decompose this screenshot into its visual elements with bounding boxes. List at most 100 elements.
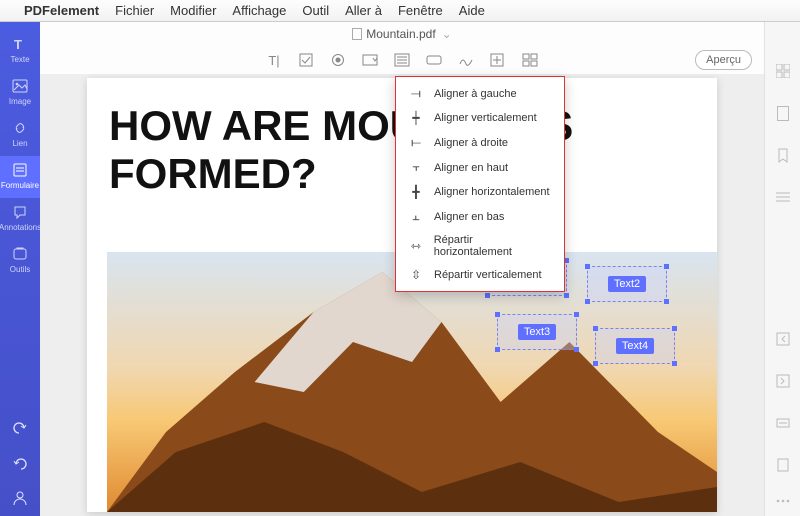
- form-field[interactable]: Text2: [587, 266, 667, 302]
- form-field[interactable]: Text4: [595, 328, 675, 364]
- checkbox-button[interactable]: [297, 52, 315, 68]
- field-label: Text2: [608, 276, 646, 292]
- page-icon[interactable]: [774, 104, 792, 122]
- menu-item-align-left[interactable]: ⟞ Aligner à gauche: [396, 81, 564, 106]
- menu-item-label: Aligner en haut: [434, 162, 508, 174]
- button-icon: [426, 53, 442, 67]
- radio-button[interactable]: [329, 52, 347, 68]
- fit-page-icon[interactable]: [774, 456, 792, 474]
- nav-next-icon[interactable]: [774, 372, 792, 390]
- text-field-button[interactable]: T|: [265, 52, 283, 68]
- field-label: Text3: [518, 324, 556, 340]
- sidebar-item-label: Outils: [10, 265, 30, 274]
- menubar-item[interactable]: Aller à: [345, 3, 382, 18]
- redo-button[interactable]: [12, 444, 28, 480]
- menu-item-align-hcenter[interactable]: ╋ Aligner horizontalement: [396, 180, 564, 204]
- menubar-item[interactable]: Affichage: [232, 3, 286, 18]
- menu-item-align-top[interactable]: ⫟ Aligner en haut: [396, 155, 564, 180]
- listbox-button[interactable]: [393, 52, 411, 68]
- align-vcenter-icon: ┿: [408, 111, 424, 125]
- button-field-button[interactable]: [425, 52, 443, 68]
- align-hcenter-icon: ╋: [408, 185, 424, 199]
- listbox-icon: [394, 53, 410, 67]
- sidebar-item-annotations[interactable]: Annotations: [0, 198, 40, 240]
- dropdown-button[interactable]: [361, 52, 379, 68]
- menu-item-label: Répartir verticalement: [434, 269, 542, 281]
- menubar-item[interactable]: Fichier: [115, 3, 154, 18]
- menu-item-label: Répartir horizontalement: [434, 234, 552, 258]
- distribute-h-icon: ⇿: [408, 239, 424, 253]
- menu-item-label: Aligner en bas: [434, 211, 504, 223]
- dropdown-icon: [362, 53, 378, 67]
- align-icon: [522, 53, 538, 67]
- menu-item-label: Aligner horizontalement: [434, 186, 550, 198]
- sidebar-item-label: Annotations: [0, 223, 41, 232]
- align-top-icon: ⫟: [408, 160, 424, 175]
- sidebar-item-texte[interactable]: T Texte: [0, 30, 40, 72]
- sidebar-item-outils[interactable]: Outils: [0, 240, 40, 282]
- center-area: Mountain.pdf ⌄ T| Aperçu HOW ARE MOUNTAI…: [40, 22, 764, 516]
- lines-icon[interactable]: [774, 188, 792, 206]
- app-window: T Texte Image Lien Formulaire Annotation…: [0, 22, 800, 516]
- dots-icon[interactable]: [774, 498, 792, 516]
- field-label: Text4: [616, 338, 654, 354]
- tools-icon: [12, 246, 28, 262]
- menu-item-distribute-h[interactable]: ⇿ Répartir horizontalement: [396, 229, 564, 263]
- menubar-app[interactable]: PDFelement: [24, 3, 99, 18]
- distribute-v-icon: ⇳: [408, 268, 424, 282]
- menubar-item[interactable]: Outil: [302, 3, 329, 18]
- menu-item-label: Aligner à gauche: [434, 88, 517, 100]
- sidebar-item-lien[interactable]: Lien: [0, 114, 40, 156]
- menu-item-label: Aligner verticalement: [434, 112, 537, 124]
- sidebar-item-label: Texte: [10, 55, 29, 64]
- align-menu: ⟞ Aligner à gauche ┿ Aligner verticalement…: [395, 76, 565, 292]
- document-title: Mountain.pdf: [366, 27, 435, 41]
- nav-prev-icon[interactable]: [774, 330, 792, 348]
- menubar-item[interactable]: Aide: [459, 3, 485, 18]
- file-icon: [352, 28, 362, 40]
- sidebar-item-label: Lien: [12, 139, 27, 148]
- checkbox-icon: [299, 53, 313, 67]
- undo-button[interactable]: [12, 408, 28, 444]
- right-sidebar: [764, 22, 800, 516]
- text-icon: T: [12, 36, 28, 52]
- macos-menubar: PDFelement Fichier Modifier Affichage Ou…: [0, 0, 800, 22]
- user-icon: [12, 490, 28, 506]
- align-bottom-icon: ⫠: [408, 209, 424, 224]
- signature-button[interactable]: [457, 52, 475, 68]
- account-button[interactable]: [12, 480, 28, 516]
- text-field-icon: T|: [268, 53, 279, 68]
- add-field-button[interactable]: [489, 52, 507, 68]
- plus-box-icon: [490, 53, 506, 67]
- svg-text:T: T: [14, 37, 22, 52]
- grid-icon[interactable]: [774, 62, 792, 80]
- sidebar-item-label: Image: [9, 97, 31, 106]
- form-toolbar: T| Aperçu: [40, 46, 764, 74]
- sidebar-item-label: Formulaire: [1, 181, 39, 190]
- chevron-down-icon[interactable]: ⌄: [442, 27, 452, 41]
- sidebar-item-image[interactable]: Image: [0, 72, 40, 114]
- left-sidebar: T Texte Image Lien Formulaire Annotation…: [0, 22, 40, 516]
- fit-width-icon[interactable]: [774, 414, 792, 432]
- menubar-item[interactable]: Modifier: [170, 3, 216, 18]
- menu-item-align-bottom[interactable]: ⫠ Aligner en bas: [396, 204, 564, 229]
- signature-icon: [458, 53, 474, 67]
- sidebar-item-formulaire[interactable]: Formulaire: [0, 156, 40, 198]
- menu-item-align-vcenter[interactable]: ┿ Aligner verticalement: [396, 106, 564, 130]
- bookmark-icon[interactable]: [774, 146, 792, 164]
- annotations-icon: [12, 204, 28, 220]
- link-icon: [12, 120, 28, 136]
- titlebar: Mountain.pdf ⌄: [40, 22, 764, 46]
- preview-button[interactable]: Aperçu: [695, 50, 752, 70]
- menu-item-distribute-v[interactable]: ⇳ Répartir verticalement: [396, 263, 564, 287]
- form-icon: [12, 162, 28, 178]
- image-icon: [12, 78, 28, 94]
- align-left-icon: ⟞: [408, 86, 424, 101]
- redo-icon: [12, 454, 28, 470]
- menu-item-align-right[interactable]: ⟝Aligner à droite: [396, 130, 564, 155]
- form-field[interactable]: Text3: [497, 314, 577, 350]
- menubar-item[interactable]: Fenêtre: [398, 3, 443, 18]
- menu-item-label: Aligner à droite: [434, 137, 508, 149]
- undo-icon: [12, 418, 28, 434]
- align-button[interactable]: [521, 52, 539, 68]
